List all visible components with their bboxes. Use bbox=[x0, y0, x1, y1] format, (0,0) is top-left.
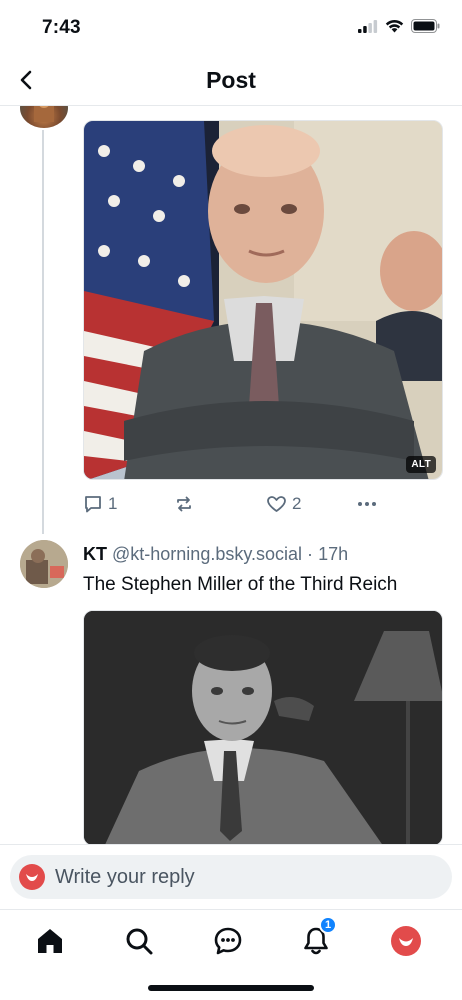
search-icon bbox=[126, 928, 153, 955]
tab-search[interactable] bbox=[122, 924, 156, 958]
chat-icon bbox=[214, 927, 242, 955]
post-image[interactable] bbox=[83, 610, 443, 844]
thread-feed[interactable]: ALT 1 2 KT @kt-horning.bsky.social · 17h… bbox=[0, 106, 462, 844]
status-icons bbox=[358, 19, 440, 33]
meta-separator: · bbox=[307, 544, 314, 564]
post-actions: 1 2 bbox=[83, 494, 443, 518]
notification-badge: 1 bbox=[319, 916, 337, 934]
author-name[interactable]: KT bbox=[83, 544, 107, 564]
status-bar: 7:43 bbox=[0, 0, 462, 56]
post-text: The Stephen Miller of the Third Reich bbox=[83, 574, 398, 595]
signal-icon bbox=[358, 19, 378, 33]
alt-badge[interactable]: ALT bbox=[406, 456, 436, 473]
avatar bbox=[19, 864, 45, 890]
tab-home[interactable] bbox=[33, 924, 67, 958]
more-dots-icon bbox=[358, 502, 376, 506]
like-count: 2 bbox=[292, 494, 302, 513]
avatar[interactable] bbox=[20, 106, 68, 128]
battery-icon bbox=[411, 19, 440, 33]
like-button[interactable]: 2 bbox=[266, 494, 301, 514]
thread-line bbox=[42, 130, 44, 534]
wifi-icon bbox=[385, 19, 404, 33]
avatar bbox=[391, 926, 421, 956]
status-time: 7:43 bbox=[42, 17, 81, 38]
more-options-button[interactable] bbox=[356, 494, 378, 514]
post-time[interactable]: 17h bbox=[318, 544, 348, 564]
post-author-meta: KT @kt-horning.bsky.social · 17h bbox=[83, 544, 348, 565]
reply-placeholder: Write your reply bbox=[55, 865, 195, 888]
author-handle[interactable]: @kt-horning.bsky.social bbox=[112, 544, 302, 564]
tab-profile[interactable] bbox=[389, 924, 423, 958]
post-header: Post bbox=[0, 56, 462, 106]
post-image[interactable]: ALT bbox=[83, 120, 443, 480]
home-icon bbox=[38, 929, 62, 953]
home-indicator bbox=[148, 985, 314, 991]
reply-button[interactable]: 1 bbox=[83, 494, 117, 514]
repost-button[interactable] bbox=[174, 494, 194, 514]
tab-notifications[interactable]: 1 bbox=[299, 916, 337, 958]
page-title: Post bbox=[206, 67, 256, 93]
reply-count: 1 bbox=[108, 494, 118, 513]
tab-bar: 1 bbox=[0, 909, 462, 1000]
avatar[interactable] bbox=[20, 540, 68, 588]
heart-icon bbox=[267, 496, 286, 512]
tab-chat[interactable] bbox=[211, 924, 245, 958]
reply-bar: Write your reply bbox=[0, 844, 462, 909]
repost-icon bbox=[177, 496, 191, 512]
reply-input[interactable]: Write your reply bbox=[10, 855, 452, 899]
reply-icon bbox=[85, 496, 101, 513]
